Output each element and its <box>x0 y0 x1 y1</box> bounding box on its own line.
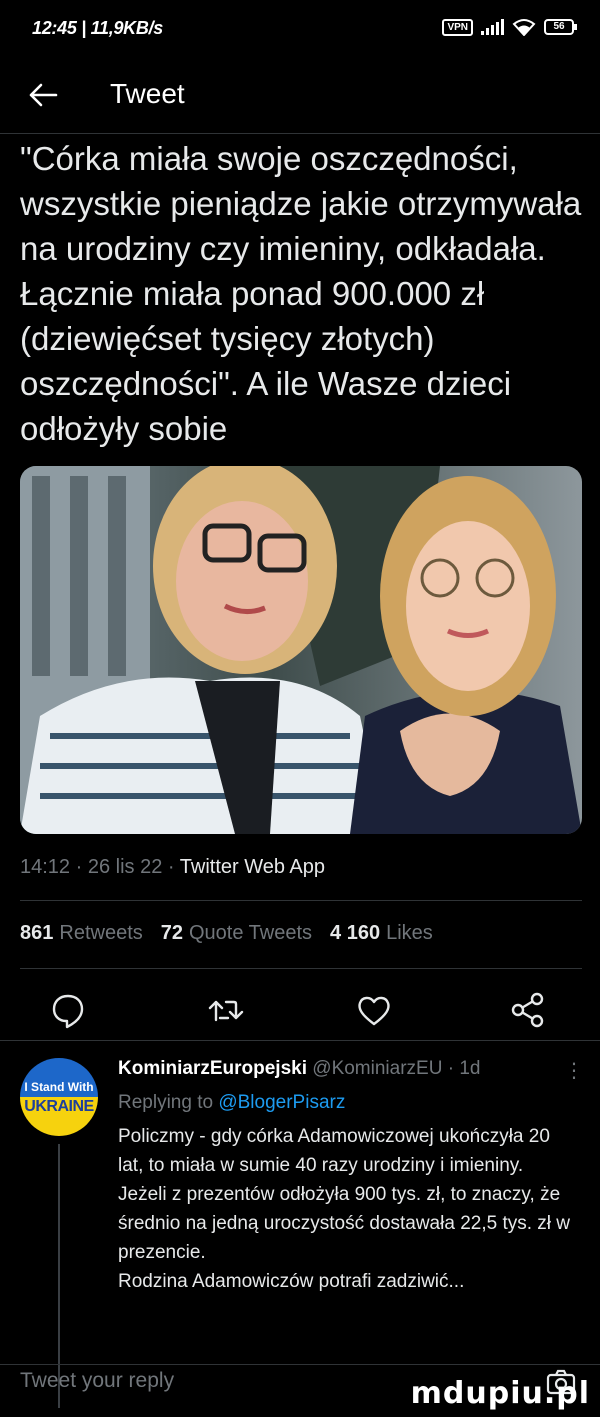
signal-icon <box>481 19 504 35</box>
quotes-stat[interactable]: 72 Quote Tweets <box>161 922 312 945</box>
top-bar: Tweet <box>0 62 600 134</box>
reply-author-handle[interactable]: @KominiarzEU <box>312 1058 442 1079</box>
divider <box>0 1040 600 1041</box>
retweets-stat[interactable]: 861 Retweets <box>20 922 143 945</box>
tweet-time: 14:12 <box>20 856 71 878</box>
retweets-label: Retweets <box>59 922 143 944</box>
separator-dot: · <box>75 856 88 878</box>
reply-header: KominiarzEuropejski @KominiarzEU · 1d <box>118 1058 480 1080</box>
status-time-speed: 12:45 | 11,9KB/s <box>32 18 163 38</box>
vpn-icon: VPN <box>442 18 473 36</box>
status-bar: 12:45 | 11,9KB/s VPN 56 <box>0 0 600 62</box>
tweet-photo[interactable] <box>20 466 582 834</box>
separator-dot: · <box>167 856 180 878</box>
replying-to-prefix: Replying to <box>118 1092 214 1113</box>
quotes-label: Quote Tweets <box>189 922 313 944</box>
avatar-text-line2: UKRAINE <box>24 1098 94 1115</box>
status-icons: VPN 56 <box>442 18 577 36</box>
tweet-source-link[interactable]: Twitter Web App <box>180 856 325 878</box>
retweets-count: 861 <box>20 922 54 944</box>
page-title: Tweet <box>110 78 185 109</box>
quotes-count: 72 <box>160 922 183 944</box>
avatar[interactable]: I Stand With UKRAINE <box>20 1058 98 1136</box>
watermark: mdupiu.pl <box>410 1376 590 1411</box>
separator-dot: · <box>447 1058 460 1079</box>
wifi-icon <box>512 19 536 36</box>
reply-input[interactable]: Tweet your reply <box>20 1369 174 1393</box>
arrow-left-icon[interactable] <box>26 78 60 112</box>
divider <box>20 900 582 901</box>
likes-label: Likes <box>386 922 433 944</box>
reply-age: 1d <box>459 1058 481 1079</box>
replying-to-mention[interactable]: @BlogerPisarz <box>218 1092 345 1113</box>
likes-stat[interactable]: 4 160 Likes <box>330 922 433 945</box>
retweet-icon[interactable] <box>206 990 246 1030</box>
tweet-text: "Córka miała swoje oszczędności, wszystk… <box>20 140 582 447</box>
tweet-actions <box>0 990 600 1040</box>
tweet-stats: 861 Retweets 72 Quote Tweets 4 160 Likes <box>20 922 433 945</box>
heart-icon[interactable] <box>354 990 394 1030</box>
battery-icon: 56 <box>544 19 577 35</box>
more-options-icon[interactable]: ⋮ <box>564 1058 584 1083</box>
reply-author-name[interactable]: KominiarzEuropejski <box>118 1058 307 1079</box>
avatar-text-line1: I Stand With <box>24 1080 94 1094</box>
tweet-date: 26 lis 22 <box>87 856 163 878</box>
tweet-meta: 14:12 · 26 lis 22 · Twitter Web App <box>20 856 325 879</box>
share-icon[interactable] <box>508 990 548 1030</box>
likes-count: 4 160 <box>330 922 381 944</box>
replying-to: Replying to @BlogerPisarz <box>118 1092 345 1114</box>
divider <box>20 968 582 969</box>
reply-text: Policzmy - gdy córka Adamowiczowej ukońc… <box>118 1126 571 1292</box>
comment-icon[interactable] <box>48 990 88 1030</box>
